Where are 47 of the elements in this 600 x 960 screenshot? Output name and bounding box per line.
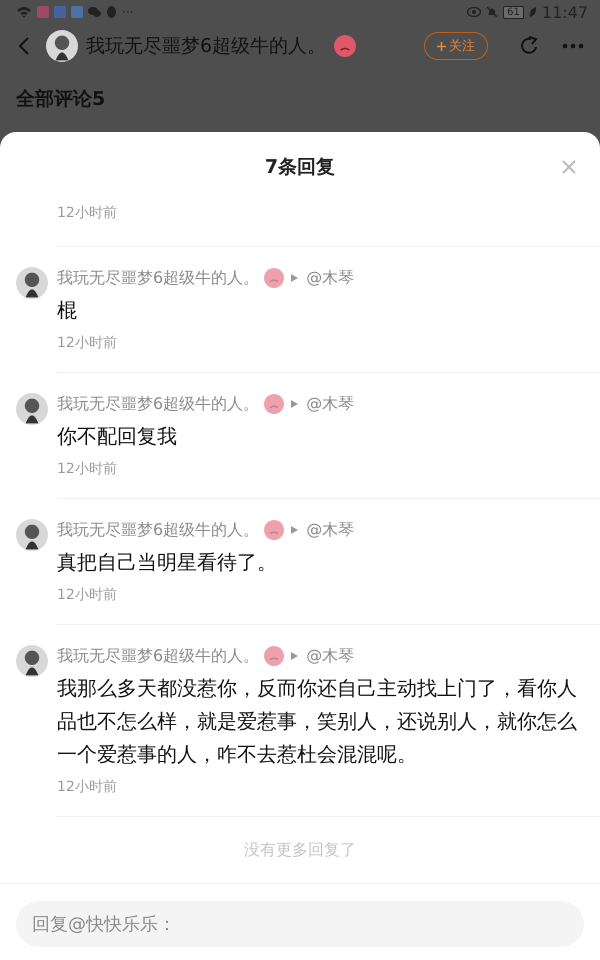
reply-field[interactable]: 回复@快快乐乐： (16, 901, 584, 947)
leaf-icon (528, 6, 537, 18)
reply-text: 我那么多天都没惹你，反而你还自己主动找上门了，看你人品也不怎么样，就是爱惹事，笑别人，还说别人，就你怎么一个爱惹事的人，咋不去惹杜会混混呢。 (57, 675, 578, 768)
more-icon[interactable] (562, 43, 584, 49)
wifi-icon (16, 6, 32, 18)
reply-text: 棍 (57, 297, 78, 324)
author-name[interactable]: 我玩无尽噩梦6超级牛的人。 (57, 394, 260, 414)
section-title: 全部评论5 (14, 87, 106, 112)
channel-title: 我玩无尽噩梦6超级牛的人。 (86, 34, 326, 59)
mention-name[interactable]: @木琴 (306, 646, 354, 666)
close-icon[interactable] (562, 160, 576, 174)
avatar (16, 645, 48, 677)
reply-text: 真把自己当明星看待了。 (57, 549, 278, 576)
triangle-icon (291, 400, 298, 408)
share-icon[interactable] (520, 36, 540, 56)
app-icon (37, 6, 49, 18)
timestamp: 12小时前 (57, 587, 117, 603)
follow-button[interactable]: 关注 (424, 32, 488, 60)
avatar (16, 267, 48, 299)
app-icon (71, 6, 83, 18)
notification-overflow: ··· (122, 5, 134, 19)
avatar (16, 519, 48, 551)
timestamp: 12小时前 (57, 335, 117, 351)
mention-name[interactable]: @木琴 (306, 394, 354, 414)
back-icon[interactable] (18, 37, 30, 55)
sheet-title: 7条回复 (264, 155, 336, 180)
reply-text: 你不配回复我 (57, 423, 178, 450)
triangle-icon (291, 652, 298, 660)
author-name[interactable]: 我玩无尽噩梦6超级牛的人。 (57, 520, 260, 540)
triangle-icon (291, 526, 298, 534)
timestamp: 12小时前 (57, 205, 117, 221)
app-icon (54, 6, 66, 18)
timestamp: 12小时前 (57, 461, 117, 477)
timestamp: 12小时前 (57, 779, 117, 795)
avatar (46, 30, 78, 62)
mention-name[interactable]: @木琴 (306, 268, 354, 288)
end-note: 没有更多回复了 (244, 840, 356, 860)
avatar (16, 393, 48, 425)
mention-name[interactable]: @木琴 (306, 520, 354, 540)
triangle-icon (291, 274, 298, 282)
author-name[interactable]: 我玩无尽噩梦6超级牛的人。 (57, 646, 260, 666)
author-name[interactable]: 我玩无尽噩梦6超级牛的人。 (57, 268, 260, 288)
battery-indicator: 61 (503, 6, 524, 18)
plus-icon (437, 42, 446, 50)
chat-icon (88, 6, 101, 18)
bell-off-icon (486, 6, 498, 18)
eye-icon (467, 6, 482, 18)
